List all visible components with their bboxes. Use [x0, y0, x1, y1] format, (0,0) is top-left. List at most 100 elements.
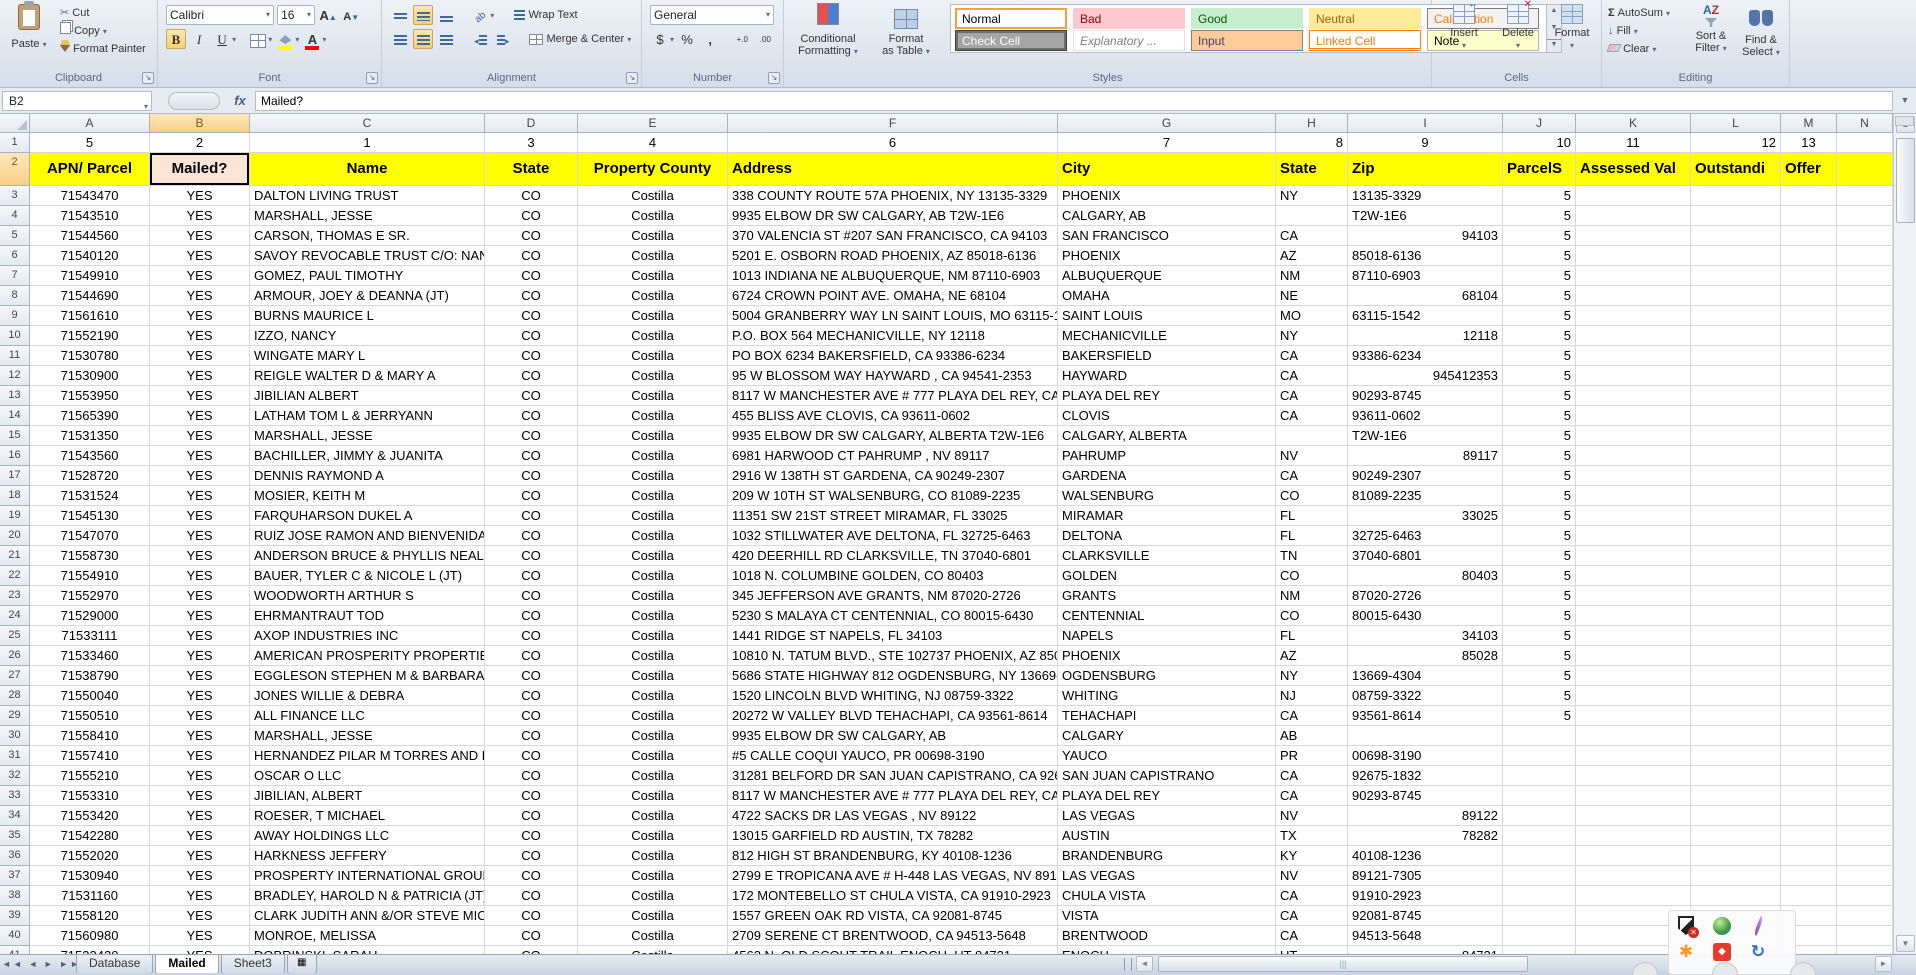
row-header-19[interactable]: 19: [0, 506, 30, 526]
cell-C27[interactable]: EGGLESON STEPHEN M & BARBARA J (: [250, 666, 485, 686]
row-header-30[interactable]: 30: [0, 726, 30, 746]
cell-B24[interactable]: YES: [150, 606, 250, 626]
cell-J1[interactable]: 10: [1503, 133, 1576, 153]
row-header-39[interactable]: 39: [0, 906, 30, 926]
cell-N18[interactable]: [1837, 486, 1893, 506]
cell-C10[interactable]: IZZO, NANCY: [250, 326, 485, 346]
cell-F24[interactable]: 5230 S MALAYA CT CENTENNIAL, CO 80015-64…: [728, 606, 1058, 626]
cell-E11[interactable]: Costilla: [578, 346, 728, 366]
cell-H32[interactable]: CA: [1276, 766, 1348, 786]
cell-B13[interactable]: YES: [150, 386, 250, 406]
borders-button[interactable]: [248, 29, 268, 49]
cell-E8[interactable]: Costilla: [578, 286, 728, 306]
align-right-button[interactable]: [436, 29, 456, 49]
cell-D33[interactable]: CO: [485, 786, 578, 806]
cell-K23[interactable]: [1576, 586, 1691, 606]
cell-E23[interactable]: Costilla: [578, 586, 728, 606]
row-header-23[interactable]: 23: [0, 586, 30, 606]
cell-M34[interactable]: [1781, 806, 1837, 826]
cell-N13[interactable]: [1837, 386, 1893, 406]
cell-B35[interactable]: YES: [150, 826, 250, 846]
column-header-B[interactable]: B: [150, 114, 250, 133]
grow-font-button[interactable]: A▲: [318, 5, 338, 25]
cell-E19[interactable]: Costilla: [578, 506, 728, 526]
cell-G40[interactable]: BRENTWOOD: [1058, 926, 1276, 946]
cell-L5[interactable]: [1691, 226, 1781, 246]
wrap-text-button[interactable]: Wrap Text: [514, 9, 577, 21]
row-header-37[interactable]: 37: [0, 866, 30, 886]
row-header-28[interactable]: 28: [0, 686, 30, 706]
cell-K10[interactable]: [1576, 326, 1691, 346]
cell-K37[interactable]: [1576, 866, 1691, 886]
cell-E16[interactable]: Costilla: [578, 446, 728, 466]
cell-D27[interactable]: CO: [485, 666, 578, 686]
style-item-good[interactable]: Good: [1191, 8, 1303, 29]
cell-E30[interactable]: Costilla: [578, 726, 728, 746]
cell-C23[interactable]: WOODWORTH ARTHUR S: [250, 586, 485, 606]
cell-F30[interactable]: 9935 ELBOW DR SW CALGARY, AB: [728, 726, 1058, 746]
cell-F40[interactable]: 2709 SERENE CT BRENTWOOD, CA 94513-5648: [728, 926, 1058, 946]
cell-G21[interactable]: CLARKSVILLE: [1058, 546, 1276, 566]
fill-button[interactable]: ↓ Fill ▾: [1608, 22, 1638, 41]
cell-F10[interactable]: P.O. BOX 564 MECHANICVILLE, NY 12118: [728, 326, 1058, 346]
row-header-10[interactable]: 10: [0, 326, 30, 346]
cell-L3[interactable]: [1691, 186, 1781, 206]
cell-A41[interactable]: 71533420: [30, 946, 150, 954]
cell-N20[interactable]: [1837, 526, 1893, 546]
cell-D22[interactable]: CO: [485, 566, 578, 586]
cell-M3[interactable]: [1781, 186, 1837, 206]
cell-D9[interactable]: CO: [485, 306, 578, 326]
cell-J31[interactable]: [1503, 746, 1576, 766]
row-header-9[interactable]: 9: [0, 306, 30, 326]
cell-B7[interactable]: YES: [150, 266, 250, 286]
cell-G11[interactable]: BAKERSFIELD: [1058, 346, 1276, 366]
cell-B34[interactable]: YES: [150, 806, 250, 826]
header-cell-J2[interactable]: ParcelS: [1503, 153, 1576, 186]
cell-F29[interactable]: 20272 W VALLEY BLVD TEHACHAPI, CA 93561-…: [728, 706, 1058, 726]
cell-D26[interactable]: CO: [485, 646, 578, 666]
column-header-I[interactable]: I: [1348, 114, 1503, 133]
cell-E24[interactable]: Costilla: [578, 606, 728, 626]
cell-L6[interactable]: [1691, 246, 1781, 266]
cell-J27[interactable]: 5: [1503, 666, 1576, 686]
delete-cells-button[interactable]: ✕ Delete ▾: [1492, 4, 1544, 51]
cell-L12[interactable]: [1691, 366, 1781, 386]
cell-H27[interactable]: NY: [1276, 666, 1348, 686]
cell-B9[interactable]: YES: [150, 306, 250, 326]
column-header-M[interactable]: M: [1781, 114, 1837, 133]
cell-K26[interactable]: [1576, 646, 1691, 666]
cell-E9[interactable]: Costilla: [578, 306, 728, 326]
row-header-8[interactable]: 8: [0, 286, 30, 306]
bold-button[interactable]: B: [166, 29, 186, 49]
cell-N9[interactable]: [1837, 306, 1893, 326]
cell-N6[interactable]: [1837, 246, 1893, 266]
cell-J15[interactable]: 5: [1503, 426, 1576, 446]
cell-M17[interactable]: [1781, 466, 1837, 486]
cell-J22[interactable]: 5: [1503, 566, 1576, 586]
cell-C5[interactable]: CARSON, THOMAS E SR.: [250, 226, 485, 246]
cell-I41[interactable]: 84721: [1348, 946, 1503, 954]
cell-C38[interactable]: BRADLEY, HAROLD N & PATRICIA (JT): [250, 886, 485, 906]
cell-D25[interactable]: CO: [485, 626, 578, 646]
row-header-7[interactable]: 7: [0, 266, 30, 286]
cell-D7[interactable]: CO: [485, 266, 578, 286]
font-family-select[interactable]: Calibri ▾: [166, 5, 274, 25]
row-header-33[interactable]: 33: [0, 786, 30, 806]
cell-K31[interactable]: [1576, 746, 1691, 766]
cell-J14[interactable]: 5: [1503, 406, 1576, 426]
cell-G14[interactable]: CLOVIS: [1058, 406, 1276, 426]
cell-E31[interactable]: Costilla: [578, 746, 728, 766]
column-header-K[interactable]: K: [1576, 114, 1691, 133]
insert-worksheet-button[interactable]: ▦: [287, 955, 317, 974]
cell-I29[interactable]: 93561-8614: [1348, 706, 1503, 726]
row-header-24[interactable]: 24: [0, 606, 30, 626]
cell-D21[interactable]: CO: [485, 546, 578, 566]
cell-B17[interactable]: YES: [150, 466, 250, 486]
cell-H34[interactable]: NV: [1276, 806, 1348, 826]
cell-L37[interactable]: [1691, 866, 1781, 886]
align-left-button[interactable]: [390, 29, 410, 49]
cell-J26[interactable]: 5: [1503, 646, 1576, 666]
cell-G19[interactable]: MIRAMAR: [1058, 506, 1276, 526]
cell-L28[interactable]: [1691, 686, 1781, 706]
cell-A10[interactable]: 71552190: [30, 326, 150, 346]
